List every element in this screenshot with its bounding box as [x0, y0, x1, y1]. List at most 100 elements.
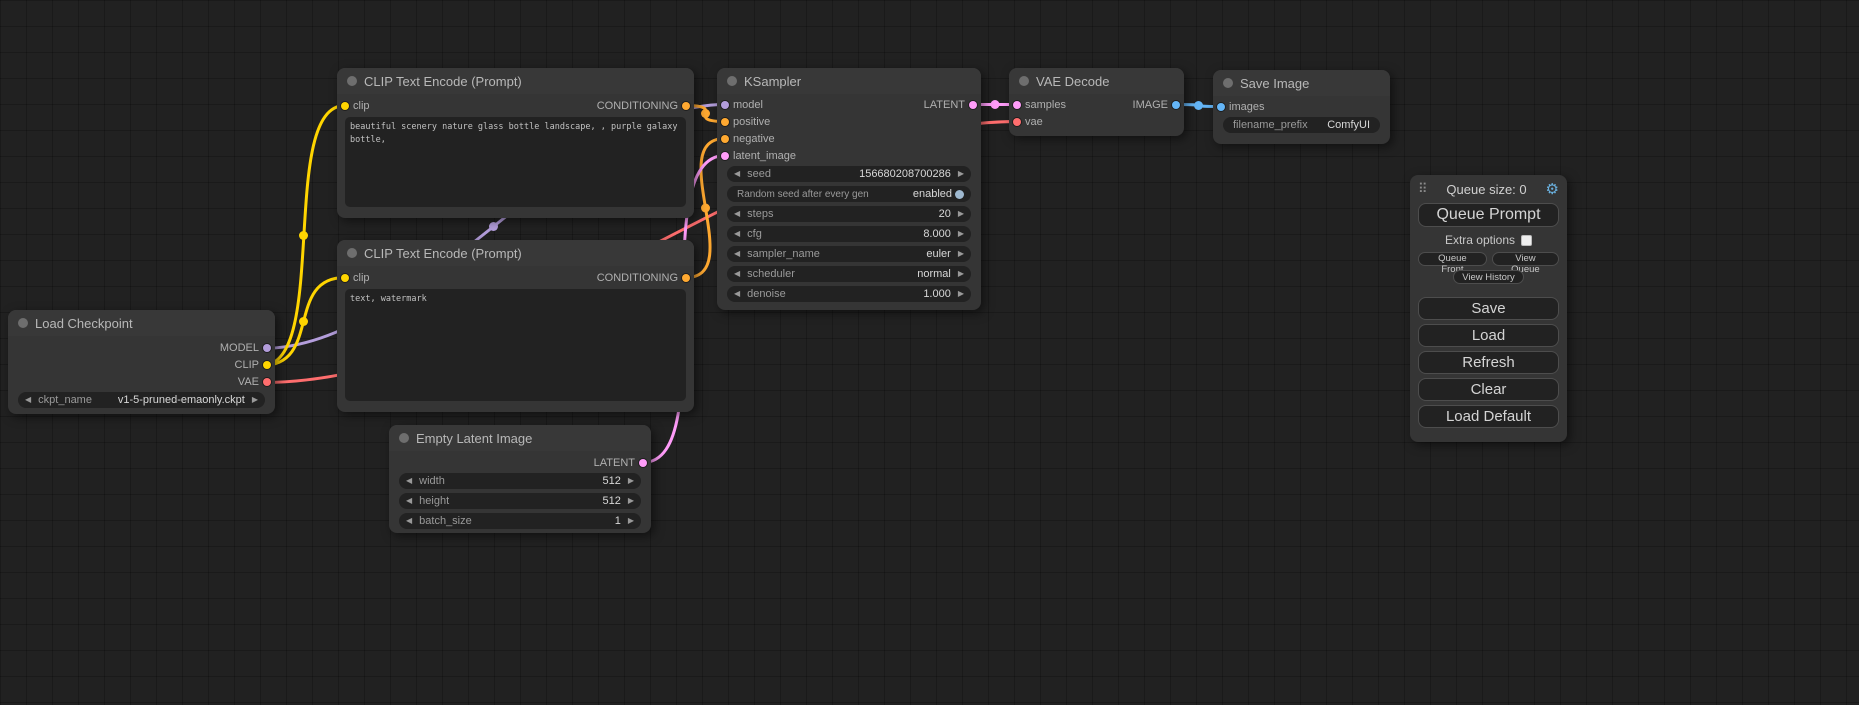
widget-value: normal [917, 268, 951, 280]
input-slot-clip-dot[interactable] [341, 274, 349, 282]
decrement-arrow-icon[interactable]: ◀ [734, 250, 740, 258]
output-slot-clip-dot[interactable] [263, 361, 271, 369]
queue-size-label: Queue size: 0 [1428, 182, 1546, 197]
node-header[interactable]: KSampler [717, 68, 981, 94]
decrement-arrow-icon[interactable]: ◀ [406, 477, 412, 485]
widget-random-seed-toggle[interactable]: Random seed after every gen enabled [727, 186, 971, 202]
increment-arrow-icon[interactable]: ▶ [958, 170, 964, 178]
output-slot-conditioning-dot[interactable] [682, 102, 690, 110]
collapse-dot-icon[interactable] [1223, 78, 1233, 88]
increment-arrow-icon[interactable]: ▶ [628, 517, 634, 525]
input-slot-samples-dot[interactable] [1013, 101, 1021, 109]
node-graph-canvas[interactable]: Load Checkpoint MODEL CLIP VAE ◀ ckpt_na… [0, 0, 1859, 705]
output-label-clip: CLIP [235, 359, 259, 371]
decrement-arrow-icon[interactable]: ◀ [734, 170, 740, 178]
widget-cfg[interactable]: ◀ cfg 8.000 ▶ [727, 226, 971, 242]
positive-prompt-text[interactable]: beautiful scenery nature glass bottle la… [345, 117, 686, 207]
output-label-latent: LATENT [924, 99, 965, 111]
decrement-arrow-icon[interactable]: ◀ [734, 270, 740, 278]
view-history-button[interactable]: View History [1453, 270, 1524, 284]
widget-value: 512 [602, 495, 620, 507]
collapse-dot-icon[interactable] [727, 76, 737, 86]
node-vae-decode: VAE Decode samples IMAGE vae [1009, 68, 1184, 136]
widget-scheduler[interactable]: ◀ scheduler normal ▶ [727, 266, 971, 282]
negative-prompt-text[interactable]: text, watermark [345, 289, 686, 401]
collapse-dot-icon[interactable] [1019, 76, 1029, 86]
decrement-arrow-icon[interactable]: ◀ [734, 290, 740, 298]
widget-value: 20 [939, 208, 951, 220]
increment-arrow-icon[interactable]: ▶ [628, 477, 634, 485]
widget-sampler-name[interactable]: ◀ sampler_name euler ▶ [727, 246, 971, 262]
widget-seed[interactable]: ◀ seed 156680208700286 ▶ [727, 166, 971, 182]
node-header[interactable]: Load Checkpoint [8, 310, 275, 336]
output-slot-latent-dot[interactable] [639, 459, 647, 467]
clear-button[interactable]: Clear [1418, 378, 1559, 401]
widget-batch-size[interactable]: ◀ batch_size 1 ▶ [399, 513, 641, 529]
drag-handle-icon[interactable]: ⠿ [1418, 181, 1428, 197]
input-slot-negative-dot[interactable] [721, 135, 729, 143]
collapse-dot-icon[interactable] [347, 76, 357, 86]
widget-label: sampler_name [747, 248, 820, 260]
node-header[interactable]: CLIP Text Encode (Prompt) [337, 240, 694, 266]
widget-filename-prefix[interactable]: filename_prefix ComfyUI [1223, 117, 1380, 133]
widget-label: width [419, 475, 445, 487]
node-header[interactable]: CLIP Text Encode (Prompt) [337, 68, 694, 94]
input-slot-positive-dot[interactable] [721, 118, 729, 126]
widget-label: denoise [747, 288, 786, 300]
node-header[interactable]: Save Image [1213, 70, 1390, 96]
node-title: Save Image [1240, 76, 1309, 91]
node-title: VAE Decode [1036, 74, 1109, 89]
input-label-vae: vae [1025, 116, 1043, 128]
output-slot-model-dot[interactable] [263, 344, 271, 352]
widget-value: 512 [602, 475, 620, 487]
input-slot-latent-image-dot[interactable] [721, 152, 729, 160]
increment-arrow-icon[interactable]: ▶ [958, 290, 964, 298]
widget-denoise[interactable]: ◀ denoise 1.000 ▶ [727, 286, 971, 302]
output-slot-vae-dot[interactable] [263, 378, 271, 386]
node-header[interactable]: VAE Decode [1009, 68, 1184, 94]
node-title: Empty Latent Image [416, 431, 532, 446]
collapse-dot-icon[interactable] [18, 318, 28, 328]
toggle-knob-icon[interactable] [955, 190, 964, 199]
widget-label: cfg [747, 228, 762, 240]
decrement-arrow-icon[interactable]: ◀ [406, 517, 412, 525]
increment-arrow-icon[interactable]: ▶ [958, 230, 964, 238]
node-header[interactable]: Empty Latent Image [389, 425, 651, 451]
refresh-button[interactable]: Refresh [1418, 351, 1559, 374]
output-slot-image-dot[interactable] [1172, 101, 1180, 109]
input-slot-clip-dot[interactable] [341, 102, 349, 110]
widget-label: scheduler [747, 268, 795, 280]
settings-gear-icon[interactable]: ⚙ [1546, 182, 1559, 197]
link-midpoint-dot [991, 100, 1000, 109]
output-slot-conditioning-dot[interactable] [682, 274, 690, 282]
decrement-arrow-icon[interactable]: ◀ [734, 210, 740, 218]
output-label-vae: VAE [238, 376, 259, 388]
widget-ckpt-name[interactable]: ◀ ckpt_name v1-5-pruned-emaonly.ckpt ▶ [18, 392, 265, 408]
increment-arrow-icon[interactable]: ▶ [628, 497, 634, 505]
increment-arrow-icon[interactable]: ▶ [958, 270, 964, 278]
widget-width[interactable]: ◀ width 512 ▶ [399, 473, 641, 489]
increment-arrow-icon[interactable]: ▶ [958, 210, 964, 218]
queue-front-button[interactable]: Queue Front [1418, 252, 1487, 266]
decrement-arrow-icon[interactable]: ◀ [406, 497, 412, 505]
input-slot-images-dot[interactable] [1217, 103, 1225, 111]
view-queue-button[interactable]: View Queue [1492, 252, 1559, 266]
increment-arrow-icon[interactable]: ▶ [252, 396, 258, 404]
collapse-dot-icon[interactable] [347, 248, 357, 258]
decrement-arrow-icon[interactable]: ◀ [734, 230, 740, 238]
save-button[interactable]: Save [1418, 297, 1559, 320]
queue-prompt-button[interactable]: Queue Prompt [1418, 203, 1559, 227]
widget-steps[interactable]: ◀ steps 20 ▶ [727, 206, 971, 222]
extra-options-checkbox[interactable] [1521, 235, 1532, 246]
input-slot-model-dot[interactable] [721, 101, 729, 109]
collapse-dot-icon[interactable] [399, 433, 409, 443]
input-slot-vae-dot[interactable] [1013, 118, 1021, 126]
decrement-arrow-icon[interactable]: ◀ [25, 396, 31, 404]
increment-arrow-icon[interactable]: ▶ [958, 250, 964, 258]
widget-height[interactable]: ◀ height 512 ▶ [399, 493, 641, 509]
node-title: KSampler [744, 74, 801, 89]
input-label-positive: positive [733, 116, 770, 128]
load-default-button[interactable]: Load Default [1418, 405, 1559, 428]
load-button[interactable]: Load [1418, 324, 1559, 347]
output-slot-latent-dot[interactable] [969, 101, 977, 109]
